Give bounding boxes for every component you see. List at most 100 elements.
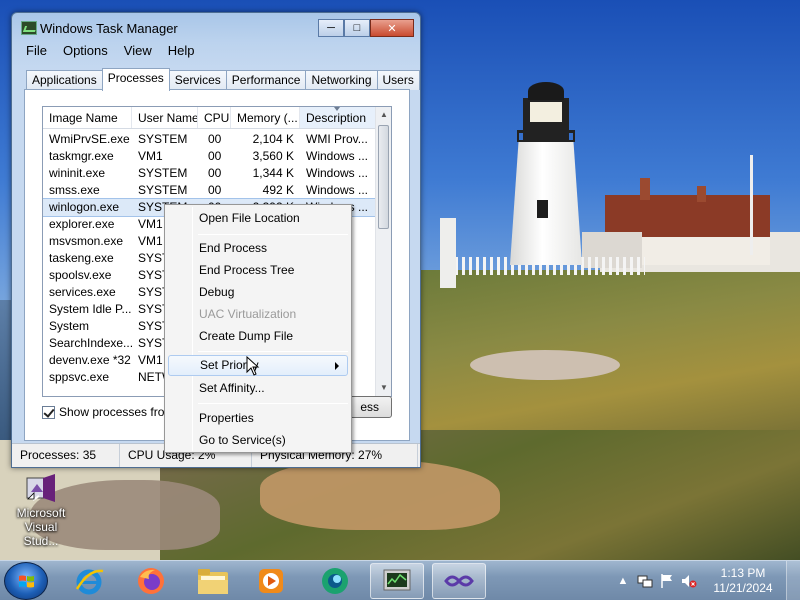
tab-services[interactable]: Services bbox=[168, 70, 227, 90]
clock-time: 1:13 PM bbox=[720, 566, 766, 580]
menu-go-to-services[interactable]: Go to Service(s) bbox=[168, 430, 348, 451]
close-button[interactable]: ✕ bbox=[370, 19, 414, 37]
cell-description: Windows ... bbox=[306, 149, 369, 163]
explorer-folder-icon bbox=[198, 569, 228, 594]
submenu-arrow-icon bbox=[335, 362, 339, 370]
column-user-name[interactable]: User Name bbox=[132, 107, 198, 128]
cell-image-name: taskmgr.exe bbox=[49, 149, 114, 163]
menu-bar: File Options View Help bbox=[18, 43, 202, 59]
cell-image-name: services.exe bbox=[49, 285, 116, 299]
visual-studio-icon bbox=[444, 575, 474, 587]
taskbar-firefox-button[interactable] bbox=[124, 563, 178, 599]
media-player-icon bbox=[259, 569, 283, 593]
menu-options[interactable]: Options bbox=[55, 43, 116, 59]
tab-networking[interactable]: Networking bbox=[305, 70, 378, 90]
task-manager-icon bbox=[383, 569, 411, 591]
table-row[interactable]: wininit.exe SYSTEM 00 1,344 K Windows ... bbox=[43, 165, 377, 182]
taskbar-visual-studio-button[interactable] bbox=[432, 563, 486, 599]
maximize-button[interactable]: □ bbox=[344, 19, 370, 37]
column-image-name[interactable]: Image Name bbox=[43, 107, 132, 128]
tab-strip: Applications Processes Services Performa… bbox=[26, 68, 420, 91]
cell-image-name: SearchIndexe... bbox=[49, 336, 132, 350]
cell-image-name: wininit.exe bbox=[49, 166, 106, 180]
mouse-pointer-icon bbox=[246, 356, 260, 376]
menu-set-affinity[interactable]: Set Affinity... bbox=[168, 378, 348, 399]
cell-cpu: 00 bbox=[208, 132, 222, 146]
menu-view[interactable]: View bbox=[116, 43, 160, 59]
taskbar-app-button[interactable] bbox=[308, 563, 362, 599]
taskbar-explorer-button[interactable] bbox=[186, 563, 240, 599]
cell-user-name: SYSTEM bbox=[138, 183, 188, 197]
menu-properties[interactable]: Properties bbox=[168, 408, 348, 429]
column-memory[interactable]: Memory (... bbox=[231, 107, 300, 128]
cell-image-name: taskeng.exe bbox=[49, 251, 114, 265]
show-all-processes-option[interactable]: Show processes from bbox=[42, 405, 174, 419]
desktop-icon-visual-studio[interactable]: Microsoft Visual Stud... bbox=[6, 472, 76, 548]
show-all-processes-label: Show processes from bbox=[59, 405, 175, 419]
cell-image-name: WmiPrvSE.exe bbox=[49, 132, 130, 146]
cell-image-name: sppsvc.exe bbox=[49, 370, 110, 384]
minimize-button[interactable]: ─ bbox=[318, 19, 344, 37]
taskbar-task-manager-button[interactable] bbox=[370, 563, 424, 599]
desktop-icon-label-1: Microsoft bbox=[16, 506, 66, 520]
chrome-like-icon bbox=[322, 568, 348, 594]
cell-user-name: VM1 bbox=[138, 149, 163, 163]
menu-end-process[interactable]: End Process bbox=[168, 238, 348, 259]
tab-applications[interactable]: Applications bbox=[26, 70, 103, 90]
cell-image-name: winlogon.exe bbox=[49, 200, 120, 214]
process-list-scrollbar[interactable]: ▲ ▼ bbox=[375, 107, 391, 396]
cell-image-name: msvsmon.exe bbox=[49, 234, 124, 248]
cell-image-name: explorer.exe bbox=[49, 217, 115, 231]
menu-end-process-tree[interactable]: End Process Tree bbox=[168, 260, 348, 281]
taskbar-media-player-button[interactable] bbox=[244, 563, 298, 599]
cell-user-name: SYSTEM bbox=[138, 132, 188, 146]
table-row[interactable]: WmiPrvSE.exe SYSTEM 00 2,104 K WMI Prov... bbox=[43, 131, 377, 148]
cell-memory: 2,104 K bbox=[252, 132, 294, 146]
show-hidden-icons-arrow-icon[interactable]: ▲ bbox=[615, 573, 631, 589]
cell-memory: 3,560 K bbox=[252, 149, 294, 163]
table-row[interactable]: taskmgr.exe VM1 00 3,560 K Windows ... bbox=[43, 148, 377, 165]
action-center-flag-icon[interactable] bbox=[659, 573, 675, 589]
tab-users[interactable]: Users bbox=[376, 70, 420, 90]
cell-user-name: SYSTEM bbox=[138, 166, 188, 180]
clock-date: 11/21/2024 bbox=[713, 581, 773, 595]
volume-muted-icon[interactable] bbox=[681, 573, 697, 589]
show-desktop-button[interactable] bbox=[786, 561, 800, 600]
menu-create-dump-file[interactable]: Create Dump File bbox=[168, 326, 348, 347]
system-tray: ▲ 1:13 PM 11/21/2024 bbox=[612, 561, 800, 600]
column-cpu[interactable]: CPU bbox=[198, 107, 231, 128]
visual-studio-icon bbox=[25, 472, 57, 504]
tab-processes[interactable]: Processes bbox=[101, 68, 170, 91]
scroll-down-arrow-icon[interactable]: ▼ bbox=[376, 380, 391, 396]
cell-image-name: devenv.exe *32 bbox=[49, 353, 131, 367]
cell-cpu: 00 bbox=[208, 149, 222, 163]
taskbar: ▲ 1:13 PM 11/21/2024 bbox=[0, 560, 800, 600]
cell-image-name: smss.exe bbox=[49, 183, 100, 197]
scroll-thumb[interactable] bbox=[378, 125, 389, 229]
cell-description: Windows ... bbox=[306, 166, 369, 180]
taskbar-ie-button[interactable] bbox=[62, 563, 116, 599]
cell-description: Windows ... bbox=[306, 183, 369, 197]
process-list-header: Image Name User Name CPU Memory (... Des… bbox=[43, 107, 377, 129]
menu-file[interactable]: File bbox=[18, 43, 55, 59]
windows-logo-icon bbox=[19, 575, 34, 588]
cell-memory: 1,344 K bbox=[252, 166, 294, 180]
cell-image-name: System bbox=[49, 319, 90, 333]
cell-cpu: 00 bbox=[208, 183, 222, 197]
menu-open-file-location[interactable]: Open File Location bbox=[168, 208, 348, 229]
column-description[interactable]: Description bbox=[300, 107, 377, 128]
cell-image-name: System Idle P... bbox=[49, 302, 132, 316]
menu-debug[interactable]: Debug bbox=[168, 282, 348, 303]
cell-description: WMI Prov... bbox=[306, 132, 368, 146]
show-all-processes-checkbox[interactable] bbox=[42, 405, 55, 419]
cell-cpu: 00 bbox=[208, 166, 222, 180]
status-process-count: Processes: 35 bbox=[12, 444, 120, 467]
network-icon[interactable] bbox=[637, 573, 653, 589]
taskbar-clock[interactable]: 1:13 PM 11/21/2024 bbox=[708, 566, 778, 596]
start-button[interactable] bbox=[4, 562, 48, 600]
scroll-up-arrow-icon[interactable]: ▲ bbox=[376, 107, 391, 123]
table-row[interactable]: smss.exe SYSTEM 00 492 K Windows ... bbox=[43, 182, 377, 199]
tab-performance[interactable]: Performance bbox=[225, 70, 307, 90]
menu-help[interactable]: Help bbox=[160, 43, 203, 59]
firefox-icon bbox=[138, 568, 164, 594]
